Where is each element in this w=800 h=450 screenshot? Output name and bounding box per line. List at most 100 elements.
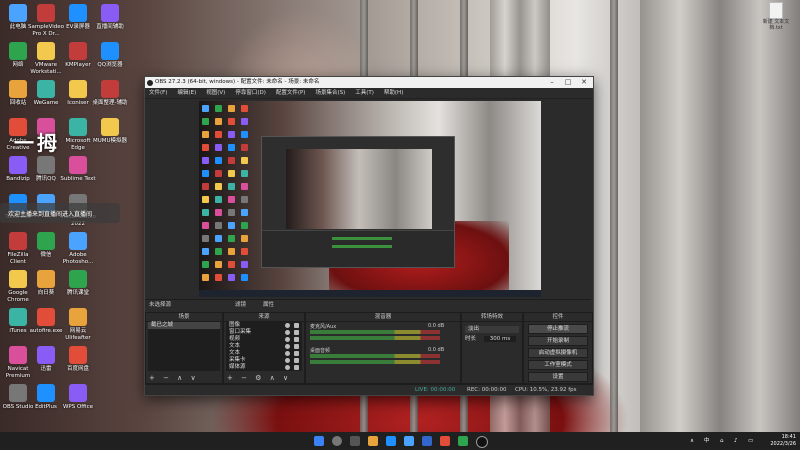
no-source-label: 未选择源	[149, 302, 172, 308]
lock-icon[interactable]	[294, 323, 299, 328]
preview-icon	[241, 261, 248, 268]
desktop-icon[interactable]: 腾讯QQ	[28, 156, 64, 183]
scene-item[interactable]: 截已之城	[148, 322, 220, 329]
menu-profile[interactable]: 配置文件(P)	[276, 88, 306, 98]
maximize-icon[interactable]: □	[561, 77, 575, 88]
desktop-icon[interactable]: 迅雷	[28, 346, 64, 373]
search-icon[interactable]	[332, 436, 342, 446]
eye-icon[interactable]	[285, 330, 290, 335]
eye-icon[interactable]	[285, 365, 290, 370]
desktop-icon[interactable]: KMPlayer	[60, 42, 96, 69]
mixer-track-name: 桌面音频	[310, 348, 331, 354]
app-icon[interactable]	[458, 436, 468, 446]
eye-icon[interactable]	[285, 344, 290, 349]
desktop-icon[interactable]: WPS Office	[60, 384, 96, 411]
desktop-icon[interactable]: 网易云 Ulifeafter	[60, 308, 96, 341]
virtual-camera-button[interactable]: 启动虚拟摄像机	[528, 348, 588, 358]
settings-button[interactable]: 设置	[528, 372, 588, 382]
source-item[interactable]: 文本	[226, 350, 302, 357]
menu-scene-collection[interactable]: 场景集合(S)	[315, 88, 345, 98]
desktop-icon[interactable]: SampleVideo Pro X Dr...	[28, 4, 64, 37]
close-icon[interactable]: ✕	[577, 77, 591, 88]
desktop-icon[interactable]: 微信	[28, 232, 64, 259]
desktop-icon[interactable]: 桌面整理-辅助	[92, 80, 128, 107]
scene-controls[interactable]: + − ∧ ∨	[149, 374, 199, 382]
desktop-icon[interactable]: EV录屏器	[60, 4, 96, 31]
desktop-icon[interactable]: 百度网盘	[60, 346, 96, 373]
app-icon	[9, 346, 27, 364]
source-item[interactable]: 视频	[226, 336, 302, 343]
filters-button[interactable]: 滤镜	[235, 300, 246, 311]
preview-icon	[202, 274, 209, 281]
source-item[interactable]: 图像	[226, 322, 302, 329]
menu-edit[interactable]: 编辑(E)	[177, 88, 196, 98]
preview-icon	[228, 222, 235, 229]
menu-tools[interactable]: 工具(T)	[355, 88, 374, 98]
transition-type-select[interactable]: 淡出	[465, 326, 519, 333]
app-icon	[37, 308, 55, 326]
stop-streaming-button[interactable]: 停止推流	[528, 324, 588, 334]
desktop-icon[interactable]: Microsoft Edge	[60, 118, 96, 151]
duration-input[interactable]: 300 ms	[483, 336, 517, 342]
tray-chevron-icon[interactable]: ∧	[690, 432, 694, 450]
volume-icon[interactable]: ♪	[734, 432, 738, 450]
live-status: LIVE: 00:00:00	[415, 387, 456, 393]
store-icon[interactable]	[404, 436, 414, 446]
app-icon[interactable]	[440, 436, 450, 446]
source-label: 文本	[229, 350, 241, 356]
desktop-icon[interactable]: autofire.exe	[28, 308, 64, 335]
app-icon[interactable]	[422, 436, 432, 446]
studio-mode-button[interactable]: 工作室模式	[528, 360, 588, 370]
source-item[interactable]: 媒体源	[226, 364, 302, 371]
desktop-icon[interactable]: 腾讯课堂	[60, 270, 96, 297]
desktop-icon[interactable]: QQ浏览器	[92, 42, 128, 69]
obs-taskbar-icon[interactable]	[476, 436, 488, 448]
desktop-icon-label: 百度网盘	[66, 366, 89, 372]
source-item[interactable]: 文本	[226, 343, 302, 350]
source-controls[interactable]: + − ⚙ ∧ ∨	[227, 374, 291, 382]
start-icon[interactable]	[314, 436, 324, 446]
menu-file[interactable]: 文件(F)	[149, 88, 167, 98]
title-bar[interactable]: OBS 27.2.3 (64-bit, windows) - 配置文件: 未命名…	[145, 77, 593, 88]
preview-canvas[interactable]	[199, 101, 541, 297]
tray-ime[interactable]: 中	[704, 432, 710, 450]
properties-button[interactable]: 属性	[263, 300, 274, 311]
source-item[interactable]: 窗口采集	[226, 329, 302, 336]
battery-icon[interactable]: ▭	[748, 432, 753, 450]
network-icon[interactable]: ⌂	[720, 432, 724, 450]
desktop-icon[interactable]: 向日葵	[28, 270, 64, 297]
desktop-icon-notepad[interactable]: 新建 文本文档.txt	[762, 2, 790, 31]
desktop-icon[interactable]: VMware Workstati...	[28, 42, 64, 75]
preview-taskbar	[199, 290, 541, 297]
lock-icon[interactable]	[294, 365, 299, 370]
dock-area: 场景 截已之城 + − ∧ ∨ 来源 图像 窗口采集 视频 文本 文本 采集卡 媒体源 + …	[145, 312, 593, 394]
eye-icon[interactable]	[285, 337, 290, 342]
task-view-icon[interactable]	[350, 436, 360, 446]
clock[interactable]: 18:41 2022/3/26	[770, 434, 796, 448]
minimize-icon[interactable]: –	[545, 77, 559, 88]
source-item[interactable]: 采集卡	[226, 357, 302, 364]
lock-icon[interactable]	[294, 330, 299, 335]
file-explorer-icon[interactable]	[368, 436, 378, 446]
menu-help[interactable]: 帮助(H)	[384, 88, 403, 98]
menu-docks[interactable]: 停靠窗口(D)	[235, 88, 266, 98]
eye-icon[interactable]	[285, 323, 290, 328]
transitions-header: 转场特效	[462, 313, 522, 322]
desktop-icon[interactable]: 直播间辅助	[92, 4, 128, 31]
start-recording-button[interactable]: 开始录制	[528, 336, 588, 346]
obs-window[interactable]: OBS 27.2.3 (64-bit, windows) - 配置文件: 未命名…	[144, 76, 594, 396]
desktop-icon[interactable]: Iconiser	[60, 80, 96, 107]
desktop-icon[interactable]: MUMU模拟器	[92, 118, 128, 145]
desktop-icon[interactable]: WeGame	[28, 80, 64, 107]
eye-icon[interactable]	[285, 351, 290, 356]
lock-icon[interactable]	[294, 358, 299, 363]
menu-view[interactable]: 视图(V)	[206, 88, 225, 98]
lock-icon[interactable]	[294, 351, 299, 356]
edge-icon[interactable]	[386, 436, 396, 446]
lock-icon[interactable]	[294, 337, 299, 342]
eye-icon[interactable]	[285, 358, 290, 363]
desktop-icon[interactable]: Sublime Text	[60, 156, 96, 183]
desktop-icon[interactable]: EditPlus	[28, 384, 64, 411]
lock-icon[interactable]	[294, 344, 299, 349]
desktop-icon[interactable]: Adobe Photosho...	[60, 232, 96, 265]
